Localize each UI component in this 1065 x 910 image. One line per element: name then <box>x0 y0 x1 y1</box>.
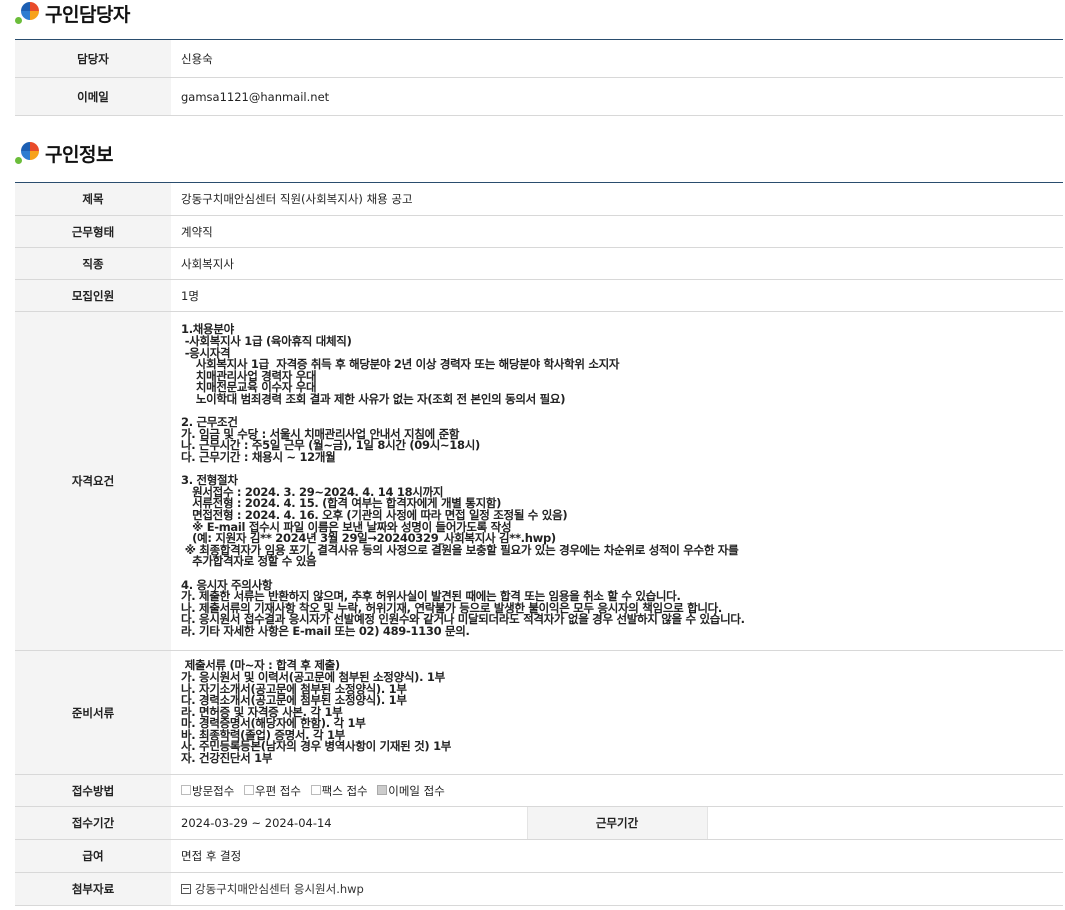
subject-value: 강동구치매안심센터 직원(사회복지사) 채용 공고 <box>171 182 1063 216</box>
contact-person-value: 신용숙 <box>171 39 1063 78</box>
section-bullet-icon <box>15 0 41 26</box>
contact-section-title: 구인담당자 <box>15 0 130 26</box>
jobtype-label: 직종 <box>15 247 171 280</box>
table-row: 준비서류 제출서류 (마~자 : 합격 후 제출) 가. 응시원서 및 이력서(… <box>15 650 1063 775</box>
table-row: 첨부자료 강동구치매안심센터 응시원서.hwp <box>15 872 1063 906</box>
period-value: 2024-03-29 ~ 2024-04-14 <box>171 806 527 840</box>
email-label: 이메일 <box>15 77 171 116</box>
contact-title: 구인담당자 <box>45 3 130 26</box>
subject-label: 제목 <box>15 182 171 216</box>
job-table: 제목 강동구치매안심센터 직원(사회복지사) 채용 공고 근무형태 계약직 직종… <box>15 182 1063 906</box>
job-title: 구인정보 <box>45 143 113 166</box>
period-label: 접수기간 <box>15 806 171 840</box>
headcount-value: 1명 <box>171 279 1063 312</box>
contact-table: 담당자 신용숙 이메일 gamsa1121@hanmail.net <box>15 39 1063 116</box>
table-row: 접수기간 2024-03-29 ~ 2024-04-14 근무기간 <box>15 806 1063 840</box>
documents-label: 준비서류 <box>15 650 171 775</box>
salary-value: 면접 후 결정 <box>171 839 1063 873</box>
table-row: 급여 면접 후 결정 <box>15 839 1063 873</box>
employment-label: 근무형태 <box>15 215 171 248</box>
requirements-value: 1.채용분야 -사회복지사 1급 (육아휴직 대체직) -응시자격 사회복지사 … <box>171 311 1063 651</box>
method-option-visit[interactable]: 방문접수 <box>181 784 234 798</box>
contact-person-label: 담당자 <box>15 39 171 78</box>
employment-value: 계약직 <box>171 215 1063 248</box>
checkbox-checked-icon <box>377 785 388 795</box>
method-option-mail[interactable]: 우편 접수 <box>243 784 301 798</box>
documents-value: 제출서류 (마~자 : 합격 후 제출) 가. 응시원서 및 이력서(공고문에 … <box>171 650 1063 775</box>
salary-label: 급여 <box>15 839 171 873</box>
table-row: 담당자 신용숙 <box>15 39 1063 78</box>
table-row: 모집인원 1명 <box>15 279 1063 312</box>
table-row: 이메일 gamsa1121@hanmail.net <box>15 77 1063 116</box>
work-period-label: 근무기간 <box>526 806 708 840</box>
table-row: 직종 사회복지사 <box>15 247 1063 280</box>
method-option-fax[interactable]: 팩스 접수 <box>310 784 368 798</box>
table-row: 근무형태 계약직 <box>15 215 1063 248</box>
method-label: 접수방법 <box>15 774 171 807</box>
requirements-label: 자격요건 <box>15 311 171 651</box>
checkbox-icon <box>243 785 254 795</box>
method-options: 방문접수 우편 접수 팩스 접수 이메일 접수 <box>171 774 1063 807</box>
attachment-link[interactable]: 강동구치매안심센터 응시원서.hwp <box>181 882 364 896</box>
attachment-cell: 강동구치매안심센터 응시원서.hwp <box>171 872 1063 906</box>
method-option-email[interactable]: 이메일 접수 <box>377 784 445 798</box>
table-row: 자격요건 1.채용분야 -사회복지사 1급 (육아휴직 대체직) -응시자격 사… <box>15 311 1063 651</box>
table-row: 접수방법 방문접수 우편 접수 팩스 접수 이메일 접수 <box>15 774 1063 807</box>
headcount-label: 모집인원 <box>15 279 171 312</box>
file-icon <box>181 883 191 894</box>
section-bullet-icon <box>15 140 41 166</box>
job-section-title: 구인정보 <box>15 140 113 166</box>
attachment-label: 첨부자료 <box>15 872 171 906</box>
checkbox-icon <box>181 785 191 795</box>
checkbox-icon <box>310 785 321 795</box>
work-period-value <box>707 806 1063 840</box>
jobtype-value: 사회복지사 <box>171 247 1063 280</box>
email-value: gamsa1121@hanmail.net <box>171 77 1063 116</box>
table-row: 제목 강동구치매안심센터 직원(사회복지사) 채용 공고 <box>15 182 1063 216</box>
